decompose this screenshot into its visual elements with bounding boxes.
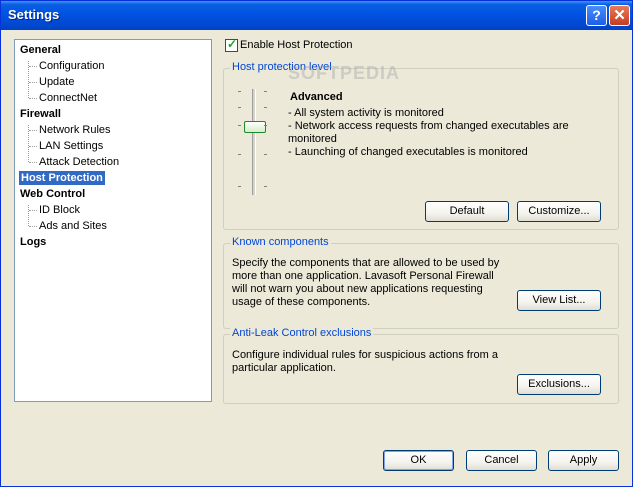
tree-item-id-block[interactable]: ID Block [39,203,80,217]
tree-guide [29,66,37,67]
anti-leak-exclusions-group: Anti-Leak Control exclusions Configure i… [223,327,619,404]
dialog-body: General Configuration Update ConnectNet … [4,30,629,484]
exclusions-button[interactable]: Exclusions... [517,374,601,395]
checkmark-icon: ✓ [227,37,238,51]
slider-tick [264,154,267,155]
tree-guide [29,82,37,83]
tree-guide [29,146,37,147]
close-button[interactable]: ✕ [609,5,630,26]
settings-tree: General Configuration Update ConnectNet … [14,39,212,402]
slider-tick [238,107,241,108]
apply-button[interactable]: Apply [548,450,619,471]
slider-tick [264,107,267,108]
known-components-text: Specify the components that are allowed … [232,257,500,308]
protection-level-description: - All system activity is monitored - Net… [288,107,578,159]
tree-item-configuration[interactable]: Configuration [39,59,104,73]
tree-guide [29,162,37,163]
anti-leak-text: Configure individual rules for suspiciou… [232,349,498,374]
window-title: Settings [8,7,60,22]
slider-track[interactable] [252,89,256,195]
slider-tick [238,186,241,187]
host-protection-level-group: Host protection level Advanced - All sys… [223,61,619,230]
tree-guide [29,210,37,211]
tree-item-host-protection[interactable]: Host Protection [19,171,105,185]
tree-guide [29,130,37,131]
tree-item-firewall[interactable]: Firewall [20,107,61,121]
ok-button[interactable]: OK [383,450,454,471]
tree-guide [29,98,37,99]
checkbox-box[interactable]: ✓ [225,37,238,52]
title-bar[interactable]: Settings ? ✕ [1,1,632,30]
tree-item-update[interactable]: Update [39,75,74,89]
tree-item-attack-detection[interactable]: Attack Detection [39,155,119,169]
tree-item-logs[interactable]: Logs [20,235,46,249]
slider-tick [238,125,241,126]
customize-button[interactable]: Customize... [517,201,601,222]
slider-thumb[interactable] [244,121,266,133]
protection-level-slider[interactable] [234,87,274,199]
settings-window: Settings ? ✕ General Configuration Updat… [0,0,633,487]
tree-guide [29,226,37,227]
tree-item-lan-settings[interactable]: LAN Settings [39,139,103,153]
tree-item-web-control[interactable]: Web Control [20,187,85,201]
slider-tick [264,125,267,126]
tree-item-connectnet[interactable]: ConnectNet [39,91,97,105]
known-components-group: Known components Specify the components … [223,236,619,329]
tree-guide [28,205,29,226]
default-button[interactable]: Default [425,201,509,222]
tree-item-ads-and-sites[interactable]: Ads and Sites [39,219,107,233]
enable-host-protection-label: Enable Host Protection [240,39,353,51]
level-line: - Network access requests from changed e… [288,120,569,145]
tree-item-network-rules[interactable]: Network Rules [39,123,111,137]
slider-tick [238,154,241,155]
watermark-text: SOFTPEDIA [288,63,401,83]
slider-tick [238,91,241,92]
tree-item-general[interactable]: General [20,43,61,57]
view-list-button[interactable]: View List... [517,290,601,311]
group-title: Anti-Leak Control exclusions [230,327,374,339]
slider-tick [264,91,267,92]
level-line: - Launching of changed executables is mo… [288,146,528,158]
protection-level-name: Advanced [290,91,343,103]
level-line: - All system activity is monitored [288,107,444,119]
cancel-button[interactable]: Cancel [466,450,537,471]
slider-tick [264,186,267,187]
group-title: Known components [230,236,331,248]
help-button[interactable]: ? [586,5,607,26]
